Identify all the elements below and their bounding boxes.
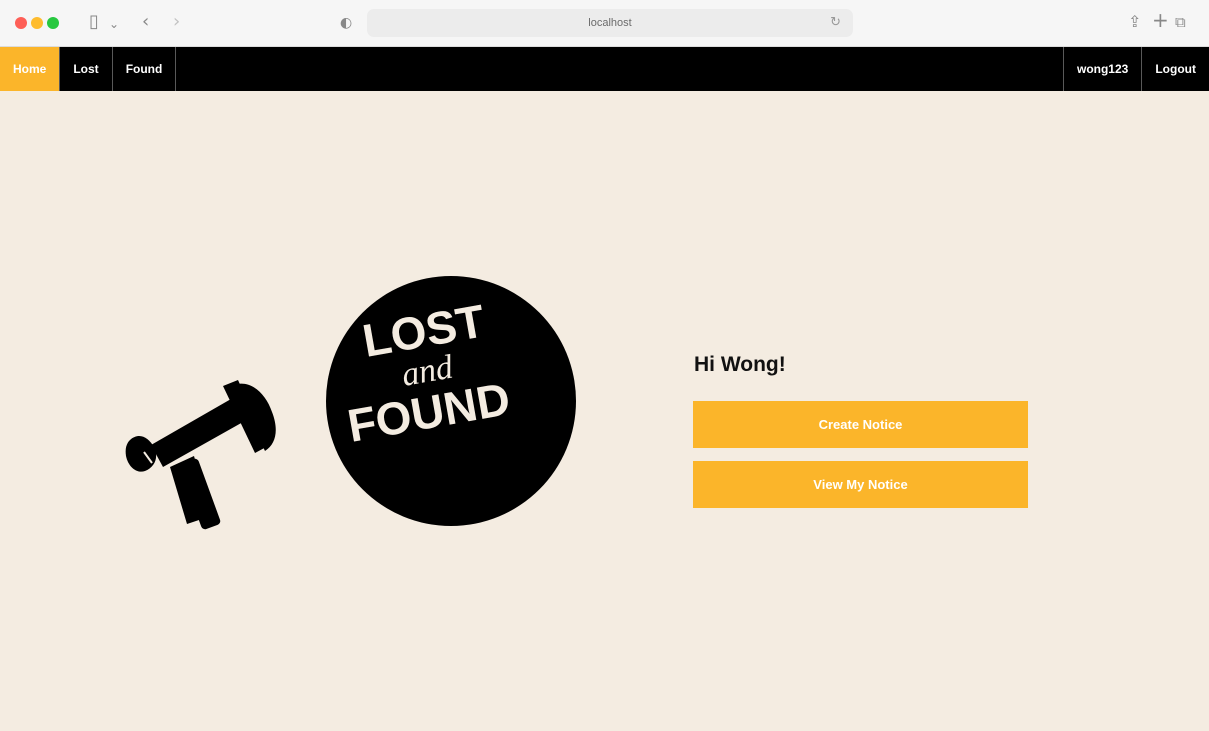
minimize-window-button[interactable]: [31, 17, 43, 29]
lost-and-found-logo: LOST and FOUND: [120, 241, 590, 561]
primary-navigation: Home Lost Found: [0, 47, 177, 91]
nav-found[interactable]: Found: [113, 47, 177, 91]
chevron-down-icon[interactable]: ⌄: [109, 12, 119, 36]
megaphone-icon: [125, 380, 276, 530]
address-text: localhost: [588, 17, 632, 29]
sidebar-icon[interactable]: ▯: [89, 10, 99, 34]
nav-lost[interactable]: Lost: [60, 47, 113, 91]
logout-button[interactable]: Logout: [1141, 47, 1209, 91]
create-notice-button[interactable]: Create Notice: [693, 401, 1028, 448]
main-content: LOST and FOUND Hi Wong! Create Notice Vi…: [0, 91, 1209, 731]
account-navigation: wong123 Logout: [1062, 47, 1209, 91]
privacy-shield-icon[interactable]: ◐: [340, 11, 352, 35]
address-bar[interactable]: localhost ↻: [367, 9, 853, 37]
maximize-window-button[interactable]: [47, 17, 59, 29]
chevron-left-icon[interactable]: ‹: [142, 10, 149, 34]
tabs-icon[interactable]: ⧉: [1175, 10, 1186, 34]
site-navbar: Home Lost Found wong123 Logout: [0, 47, 1209, 91]
share-icon[interactable]: ⇪: [1128, 10, 1141, 34]
reload-icon[interactable]: ↻: [830, 15, 841, 30]
chevron-right-icon[interactable]: ›: [173, 10, 180, 34]
plus-icon[interactable]: +: [1152, 8, 1169, 32]
megaphone-speech-logo: LOST and FOUND: [125, 276, 576, 530]
close-window-button[interactable]: [15, 17, 27, 29]
welcome-greeting: Hi Wong!: [694, 353, 786, 376]
username-link[interactable]: wong123: [1062, 47, 1141, 91]
view-my-notice-button[interactable]: View My Notice: [693, 461, 1028, 508]
browser-toolbar: ▯ ⌄ ‹ › ◐ localhost ↻ ⇪ + ⧉: [0, 0, 1209, 47]
nav-home[interactable]: Home: [0, 47, 61, 91]
